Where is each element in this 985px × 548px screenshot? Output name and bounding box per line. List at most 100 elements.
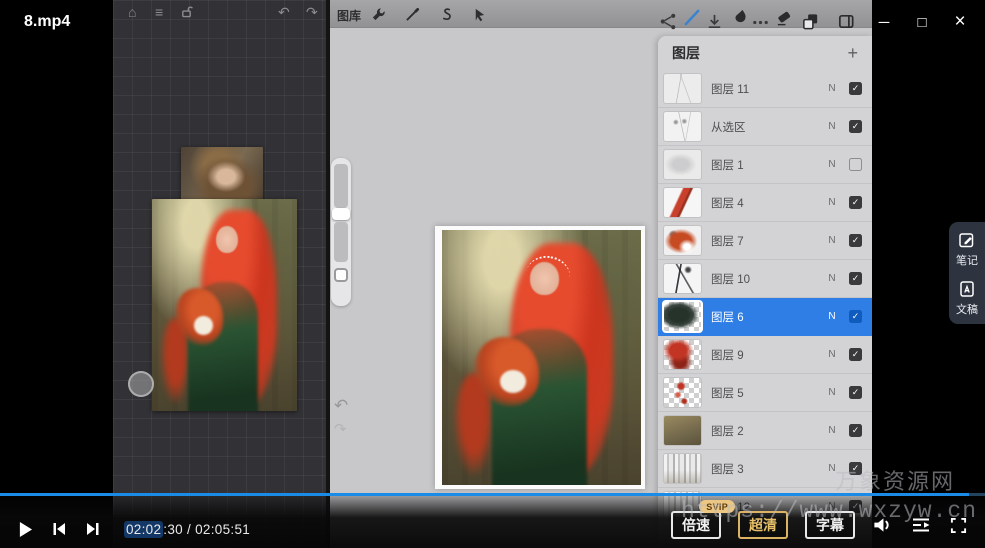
transform-arrow-icon[interactable] [472,7,487,22]
sidebar-toggle-icon[interactable] [837,12,856,31]
add-layer-button[interactable]: + [847,46,858,60]
play-button[interactable] [16,520,34,538]
layer-name: 从选区 [711,119,815,135]
adjustments-wand-icon[interactable] [405,7,420,22]
previous-button[interactable] [50,520,68,538]
layer-row[interactable]: 图层 5 N [658,374,872,412]
art-fox-snout [194,316,213,335]
share-icon[interactable] [659,12,678,31]
layer-visibility-checkbox[interactable] [849,234,862,247]
gallery-button[interactable]: 图库 [337,7,361,24]
layer-name: 图层 1 [711,157,815,173]
layer-blend-mode[interactable]: N [825,197,839,208]
notes-button[interactable]: 笔记 [956,231,978,268]
actions-wrench-icon[interactable] [371,7,386,22]
layer-row[interactable]: 图层 4 N [658,184,872,222]
painting-canvas[interactable] [435,226,645,489]
layer-visibility-checkbox[interactable] [849,82,862,95]
layer-blend-mode[interactable]: N [825,235,839,246]
layer-row[interactable]: 图层 2 N [658,412,872,450]
minimize-button[interactable]: ─ [865,8,903,36]
quality-button[interactable]: 超清 [738,511,788,539]
painting-artwork [442,230,641,485]
layer-blend-mode[interactable]: N [825,349,839,360]
layer-blend-mode[interactable]: N [825,121,839,132]
layer-thumbnail[interactable] [664,112,701,141]
unlock-icon[interactable] [180,5,193,21]
layer-thumbnail[interactable] [664,416,701,445]
maximize-button[interactable]: □ [903,8,941,36]
layer-visibility-checkbox[interactable] [849,310,862,323]
fullscreen-icon[interactable] [948,515,969,536]
layer-row[interactable]: 图层 1 N [658,146,872,184]
volume-icon[interactable] [872,515,893,536]
layer-blend-mode[interactable]: N [825,311,839,322]
layer-row[interactable]: 图层 9 N [658,336,872,374]
docs-icon [958,280,976,298]
modify-button[interactable] [334,268,348,282]
layer-visibility-checkbox[interactable] [849,158,862,171]
slider-handle[interactable] [332,208,350,220]
download-icon[interactable] [705,12,724,31]
duplicate-layers-icon[interactable] [801,12,820,31]
layer-thumbnail[interactable] [664,340,701,369]
subtitle-button[interactable]: 字幕 [805,511,855,539]
layer-thumbnail[interactable] [664,264,701,293]
layer-blend-mode[interactable]: N [825,273,839,284]
more-options-icon[interactable] [751,12,770,31]
video-file-title: 8.mp4 [24,13,70,31]
layer-visibility-checkbox[interactable] [849,386,862,399]
menu-icon[interactable]: ≡ [155,4,163,20]
layer-thumbnail[interactable] [664,74,701,103]
selection-s-icon[interactable] [439,7,454,22]
layer-name: 图层 7 [711,233,815,249]
brush-size-slider[interactable] [331,158,351,306]
layer-visibility-checkbox[interactable] [849,424,862,437]
window-controls: ─ □ × [865,8,979,36]
redo-icon[interactable]: ↷ [306,4,318,21]
layer-thumbnail[interactable] [664,226,701,255]
eraser-icon[interactable] [775,8,794,27]
layer-row-selected[interactable]: 图层 6 N [658,298,872,336]
layer-row[interactable]: 从选区 N [658,108,872,146]
layer-row[interactable]: 图层 3 N [658,450,872,488]
playback-speed-button[interactable]: 倍速 SVIP [671,511,721,539]
layer-thumbnail[interactable] [664,302,701,331]
progress-bar[interactable] [0,493,985,496]
layer-name: 图层 9 [711,347,815,363]
undo-icon[interactable]: ↶ [278,4,290,21]
layer-visibility-checkbox[interactable] [849,196,862,209]
layer-thumbnail[interactable] [664,378,701,407]
layer-row[interactable]: 图层 7 N [658,222,872,260]
layer-blend-mode[interactable]: N [825,425,839,436]
layer-thumbnail[interactable] [664,188,701,217]
reference-photo-girl-with-fox[interactable] [152,199,297,411]
paint-drop-icon[interactable] [730,8,749,27]
playback-controls: 02:02:30 / 02:05:51 [16,520,250,538]
video-frame[interactable]: ⌂ ≡ ↶ ↷ 图库 [113,0,872,548]
layer-name: 图层 10 [711,271,815,287]
layer-blend-mode[interactable]: N [825,159,839,170]
layer-visibility-checkbox[interactable] [849,348,862,361]
layer-visibility-checkbox[interactable] [849,272,862,285]
blue-pencil-icon[interactable] [683,8,702,27]
playlist-settings-icon[interactable] [910,515,931,536]
docs-button[interactable]: 文稿 [956,280,978,317]
layer-row[interactable]: 图层 11 N [658,70,872,108]
reference-board: ⌂ ≡ ↶ ↷ [113,0,326,548]
layer-visibility-checkbox[interactable] [849,120,862,133]
layer-thumbnail[interactable] [664,150,701,179]
layer-blend-mode[interactable]: N [825,83,839,94]
current-time-highlight: 02:02 [124,521,163,538]
layer-blend-mode[interactable]: N [825,463,839,474]
layer-row[interactable]: 图层 10 N [658,260,872,298]
home-icon[interactable]: ⌂ [128,4,136,20]
layer-thumbnail[interactable] [664,454,701,483]
canvas-redo-icon[interactable]: ↷ [334,420,347,438]
close-button[interactable]: × [941,8,979,36]
layer-blend-mode[interactable]: N [825,387,839,398]
layer-visibility-checkbox[interactable] [849,462,862,475]
canvas-undo-icon[interactable]: ↶ [334,396,348,416]
art-face [216,226,238,254]
next-button[interactable] [84,520,102,538]
